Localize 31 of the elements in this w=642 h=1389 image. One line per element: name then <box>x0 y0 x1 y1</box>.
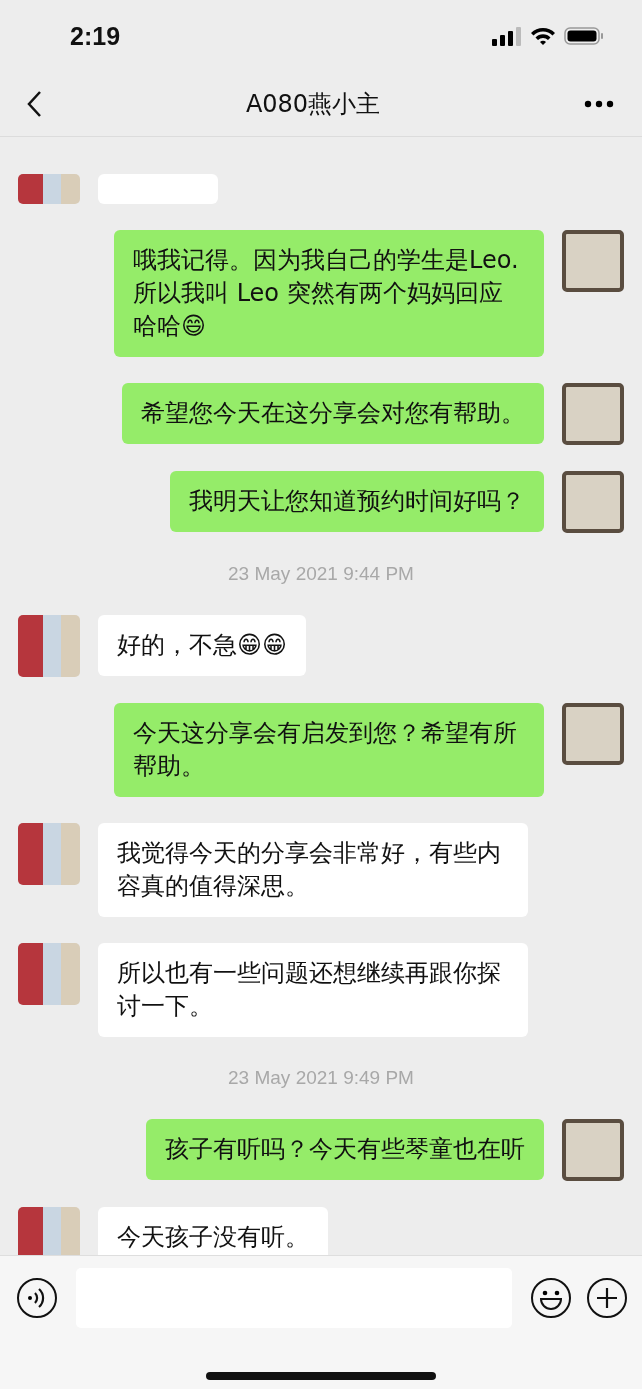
chat-title: A080燕小主 <box>245 89 381 120</box>
avatar-photo-placeholder[interactable] <box>18 615 80 677</box>
message-bubble[interactable]: 我明天让您知道预约时间好吗？ <box>170 471 544 532</box>
back-icon[interactable] <box>26 90 42 118</box>
message-bubble[interactable]: 今天这分享会有启发到您？希望有所帮助。 <box>114 703 544 797</box>
avatar-photo-placeholder[interactable] <box>562 471 624 533</box>
message-bubble[interactable]: 好的，不急😁😁 <box>98 615 307 676</box>
message-bubble[interactable]: 希望您今天在这分享会对您有帮助。 <box>122 383 544 444</box>
avatar-photo-placeholder[interactable] <box>18 943 80 1005</box>
add-icon[interactable] <box>586 1277 628 1319</box>
timestamp: 23 May 2021 9:49 PM <box>228 1067 414 1089</box>
avatar-photo-placeholder[interactable] <box>18 823 80 885</box>
voice-icon[interactable] <box>16 1277 58 1319</box>
avatar-photo-placeholder[interactable] <box>562 703 624 765</box>
more-icon[interactable] <box>584 100 614 108</box>
avatar-photo-placeholder[interactable] <box>562 383 624 445</box>
avatar-photo-placeholder[interactable] <box>562 230 624 292</box>
battery-icon <box>564 26 604 46</box>
message-bubble[interactable]: 所以也有一些问题还想继续再跟你探讨一下。 <box>98 943 528 1037</box>
avatar-photo-placeholder[interactable] <box>562 1119 624 1181</box>
message-bubble[interactable]: 孩子有听吗？今天有些琴童也在听 <box>146 1119 544 1180</box>
message-bubble[interactable]: 今天孩子没有听。 <box>98 1207 328 1255</box>
status-time: 2:19 <box>70 21 121 51</box>
message-bubble[interactable]: 哦我记得。因为我自己的学生是Leo. 所以我叫 Leo 突然有两个妈妈回应哈哈😄 <box>114 230 544 357</box>
wifi-icon <box>530 26 556 46</box>
avatar-photo-placeholder[interactable] <box>18 174 80 204</box>
message-bubble[interactable]: 我觉得今天的分享会非常好，有些内容真的值得深思。 <box>98 823 528 917</box>
timestamp: 23 May 2021 9:44 PM <box>228 563 414 585</box>
signal-icon <box>492 26 522 46</box>
smiley-icon[interactable] <box>530 1277 572 1319</box>
avatar-photo-placeholder[interactable] <box>18 1207 80 1255</box>
